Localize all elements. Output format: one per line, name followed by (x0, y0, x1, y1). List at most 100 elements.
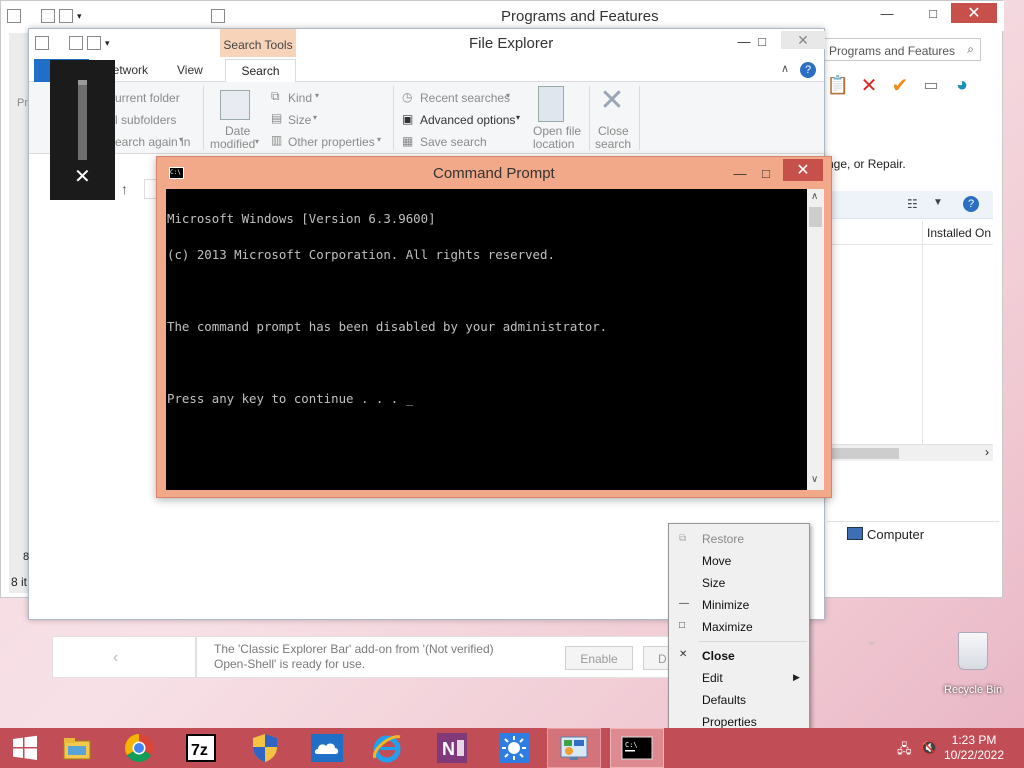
help-icon[interactable]: ? (800, 62, 816, 78)
onedrive-icon[interactable] (300, 728, 354, 768)
scroll-up-icon[interactable]: ∧ (811, 191, 818, 202)
scroll-thumb[interactable] (827, 448, 899, 459)
volume-overlay: ✕ (50, 60, 115, 200)
shell-icon[interactable]: ◕ (951, 74, 973, 96)
file-explorer-icon[interactable] (50, 728, 104, 768)
chevron-down-icon: ▾ (315, 91, 320, 100)
console-output[interactable]: Microsoft Windows [Version 6.3.9600] (c)… (166, 189, 807, 490)
recycle-bin[interactable]: Recycle Bin (942, 630, 1008, 698)
scroll-right-icon[interactable]: › (985, 445, 989, 459)
cmd-titlebar[interactable]: C:\ Command Prompt — □ ✕ (157, 157, 831, 189)
windows-start-icon[interactable] (0, 728, 50, 768)
menu-item-move[interactable]: Move (702, 554, 731, 568)
minimize-button[interactable]: — (727, 161, 753, 185)
collapse-ribbon-icon[interactable]: ∧ (781, 62, 789, 75)
fe-titlebar[interactable]: ▾ Search Tools File Explorer — □ ✕ (29, 29, 825, 57)
properties-icon[interactable] (35, 36, 49, 50)
chevron-down-icon[interactable]: ▾ (77, 11, 82, 22)
rename-icon[interactable] (59, 9, 73, 23)
chevron-down-icon[interactable]: ⌄ (866, 632, 878, 649)
chevron-down-icon[interactable]: ▾ (105, 38, 110, 49)
recent-searches-icon: ◷ (402, 90, 413, 104)
scroll-down-icon[interactable]: ∨ (811, 474, 818, 485)
volume-slider[interactable] (78, 80, 87, 160)
taskbar-clock[interactable]: 1:23 PM 10/22/2022 (942, 733, 1006, 763)
tab-search[interactable]: Search (225, 59, 296, 83)
chevron-down-icon: ▾ (255, 137, 260, 146)
advanced-options-button[interactable]: Advanced options (420, 113, 515, 127)
close-icon[interactable]: ✕ (74, 164, 91, 189)
menu-item-size[interactable]: Size (702, 576, 725, 590)
horizontal-scrollbar[interactable]: › (827, 444, 993, 461)
close-button[interactable]: ✕ (783, 159, 823, 181)
command-prompt-icon[interactable]: C:\ (610, 728, 664, 768)
size-button[interactable]: Size (288, 113, 311, 127)
menu-item-maximize[interactable]: Maximize (702, 620, 753, 634)
onenote-icon[interactable]: N (425, 728, 479, 768)
console-line: Press any key to continue . . . _ (167, 391, 414, 406)
all-subfolders-button[interactable]: l subfolders (115, 113, 176, 127)
new-folder-icon[interactable] (41, 9, 55, 23)
menu-item-close[interactable]: Close (702, 649, 735, 663)
check-icon[interactable]: ✔ (889, 74, 911, 97)
view-options-icon[interactable]: ☷ (907, 197, 918, 211)
open-file-location-label2[interactable]: location (533, 137, 574, 151)
vertical-scrollbar[interactable]: ∧ ∨ (807, 189, 824, 490)
ribbon-search: urrent folder l subfolders earch again i… (29, 82, 824, 154)
close-search-icon: ✕ (599, 84, 625, 117)
menu-item-minimize[interactable]: Minimize (702, 598, 749, 612)
rename-icon[interactable] (87, 36, 101, 50)
pf-titlebar[interactable]: ▾ Programs and Features — □ ✕ (1, 1, 1004, 31)
close-search-label1[interactable]: Close (598, 124, 629, 138)
control-panel-icon[interactable] (547, 728, 601, 768)
menu-item-defaults[interactable]: Defaults (702, 693, 746, 707)
kind-icon: ⧉ (271, 89, 280, 103)
maximize-button[interactable]: □ (913, 1, 953, 25)
date-modified-label2[interactable]: modified (210, 137, 255, 151)
help-icon[interactable]: ? (963, 196, 979, 212)
advanced-options-icon: ▣ (402, 112, 414, 126)
7zip-icon[interactable]: 7z (174, 728, 228, 768)
close-button[interactable]: ✕ (781, 31, 825, 49)
other-properties-button[interactable]: Other properties (288, 135, 375, 149)
fe-quick-access: ▾ (35, 36, 110, 50)
minimize-button[interactable]: — (867, 1, 907, 25)
date-modified-label1[interactable]: Date (225, 124, 250, 138)
clipboard-icon[interactable]: 📋 (827, 74, 849, 96)
volume-muted-icon[interactable]: 🔇 (921, 740, 937, 756)
maximize-button[interactable]: □ (753, 161, 779, 185)
menu-item-restore[interactable]: Restore (702, 532, 744, 546)
column-installed-on[interactable]: Installed On (927, 226, 991, 240)
recycle-bin-label: Recycle Bin (944, 684, 1003, 696)
search-icon[interactable]: ⌕ (967, 42, 974, 57)
maximize-button[interactable]: □ (747, 29, 777, 53)
rename-icon[interactable]: ▭ (920, 74, 942, 96)
network-icon[interactable]: 🖧 (897, 740, 912, 762)
new-folder-icon[interactable] (69, 36, 83, 50)
uac-shield-icon[interactable] (238, 728, 292, 768)
maximize-icon: □ (679, 620, 686, 631)
scroll-thumb[interactable] (809, 207, 822, 227)
chevron-left-icon[interactable]: ‹ (113, 649, 118, 667)
menu-item-edit[interactable]: Edit (702, 671, 723, 685)
properties-icon[interactable] (7, 9, 21, 23)
search-input[interactable]: Programs and Features ⌕ (824, 38, 981, 61)
kind-button[interactable]: Kind (288, 91, 312, 105)
recent-searches-button[interactable]: Recent searches (420, 91, 510, 105)
up-arrow-icon[interactable]: ↑ (121, 181, 128, 197)
enable-button[interactable]: Enable (565, 646, 633, 670)
tab-view[interactable]: View (177, 63, 203, 77)
search-placeholder: Programs and Features (829, 44, 956, 58)
save-search-button[interactable]: Save search (420, 135, 487, 149)
open-file-location-label1[interactable]: Open file (533, 124, 581, 138)
close-button[interactable]: ✕ (951, 3, 997, 23)
current-folder-button[interactable]: urrent folder (115, 91, 180, 105)
chevron-down-icon[interactable]: ▼ (933, 197, 943, 208)
close-search-label2[interactable]: search (595, 137, 631, 151)
command-prompt-icon[interactable]: C:\ (169, 167, 184, 179)
delete-icon[interactable]: ✕ (858, 74, 880, 97)
internet-explorer-icon[interactable] (360, 728, 414, 768)
chrome-icon[interactable] (112, 728, 166, 768)
weather-icon[interactable] (487, 728, 541, 768)
menu-item-properties[interactable]: Properties (702, 715, 757, 729)
